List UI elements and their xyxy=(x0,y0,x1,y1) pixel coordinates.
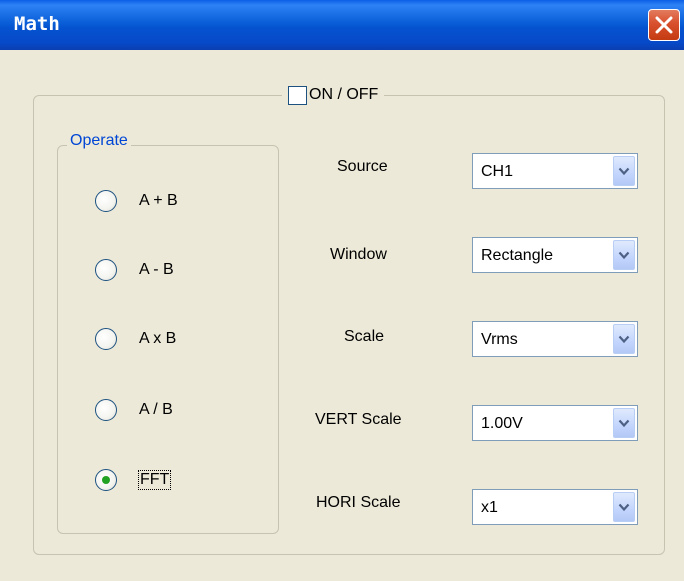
chevron-down-icon xyxy=(618,167,630,176)
window-dropdown-button[interactable] xyxy=(613,240,635,270)
operate-group-legend: Operate xyxy=(67,132,131,150)
radio-button-selected[interactable] xyxy=(95,469,117,491)
scale-dropdown-button[interactable] xyxy=(613,324,635,354)
chevron-down-icon xyxy=(618,503,630,512)
radio-button[interactable] xyxy=(95,190,117,212)
chevron-down-icon xyxy=(618,251,630,260)
vert-scale-select[interactable]: 1.00V xyxy=(472,405,638,441)
operate-option-multiply[interactable]: A x B xyxy=(95,326,176,352)
radio-button[interactable] xyxy=(95,399,117,421)
radio-button[interactable] xyxy=(95,259,117,281)
source-value: CH1 xyxy=(481,163,514,180)
operate-option-fft[interactable]: FFT xyxy=(95,467,172,493)
hori-scale-select[interactable]: x1 xyxy=(472,489,638,525)
operate-option-label: A / B xyxy=(139,401,173,418)
window-select[interactable]: Rectangle xyxy=(472,237,638,273)
close-button[interactable] xyxy=(648,9,680,41)
scale-label: Scale xyxy=(344,328,385,345)
source-dropdown-button[interactable] xyxy=(613,156,635,186)
operate-option-label: A x B xyxy=(139,330,177,347)
radio-button[interactable] xyxy=(95,328,117,350)
operate-option-label: A - B xyxy=(139,261,174,278)
operate-option-label: A + B xyxy=(139,192,178,209)
operate-option-divide[interactable]: A / B xyxy=(95,397,173,423)
chevron-down-icon xyxy=(618,419,630,428)
chevron-down-icon xyxy=(618,335,630,344)
on-off-checkbox[interactable] xyxy=(288,85,307,105)
vert-scale-label: VERT Scale xyxy=(315,411,402,428)
scale-value: Vrms xyxy=(481,331,518,348)
close-icon xyxy=(655,16,673,34)
scale-select[interactable]: Vrms xyxy=(472,321,638,357)
source-select[interactable]: CH1 xyxy=(472,153,638,189)
source-label: Source xyxy=(337,158,388,175)
window-label: Window xyxy=(330,246,387,263)
on-off-toggle[interactable]: ON / OFF xyxy=(282,83,385,107)
operate-option-label: FFT xyxy=(138,470,172,490)
hori-scale-dropdown-button[interactable] xyxy=(613,492,635,522)
math-dialog: Math ON / OFF Operate A + B A - B A x B … xyxy=(0,0,684,581)
title-bar[interactable]: Math xyxy=(0,0,684,50)
window-value: Rectangle xyxy=(481,247,554,264)
operate-option-subtract[interactable]: A - B xyxy=(95,257,174,283)
hori-scale-value: x1 xyxy=(481,499,498,516)
vert-scale-value: 1.00V xyxy=(481,415,523,432)
vert-scale-dropdown-button[interactable] xyxy=(613,408,635,438)
operate-option-add[interactable]: A + B xyxy=(95,188,178,214)
window-title: Math xyxy=(14,13,60,35)
on-off-label: ON / OFF xyxy=(309,86,379,103)
hori-scale-label: HORI Scale xyxy=(316,494,401,511)
